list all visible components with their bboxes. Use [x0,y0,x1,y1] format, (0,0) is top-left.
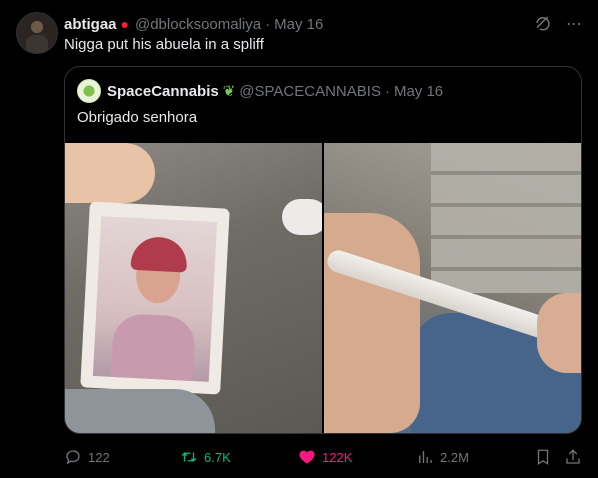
quoted-author-name[interactable]: SpaceCannabis [107,83,219,100]
reply-icon [66,450,80,465]
author-handle[interactable]: @dblocksoomaliya [135,16,261,33]
share-icon [566,449,580,464]
separator-dot: · [265,15,271,33]
body-shape [110,312,197,382]
apple-emoji-icon: ● [120,16,129,32]
views-icon [419,451,432,463]
shoe-shape [282,199,322,235]
photo-of-woman-image[interactable] [65,143,322,433]
hand-shape [324,213,420,433]
repost-button[interactable]: 6.7K [180,448,231,466]
author-avatar[interactable] [16,12,58,54]
leaf-icon: ❦ [222,83,236,100]
action-bar: 122 6.7K 122K 2.2M [64,448,582,468]
post-date[interactable]: May 16 [274,16,323,33]
author-name[interactable]: abtigaa [64,16,117,33]
separator-dot: · [384,82,390,100]
views-button[interactable]: 2.2M [416,448,469,466]
quoted-avatar[interactable] [77,79,101,103]
repost-count: 6.7K [204,449,231,465]
heart-icon [299,450,315,464]
bookmark-icon [537,449,549,466]
photo-inner [92,216,218,382]
thumb-shape [537,293,581,373]
grok-icon[interactable] [534,14,552,37]
bookmark-button[interactable] [534,448,552,466]
reply-button[interactable]: 122 [64,448,110,466]
post-header: abtigaa ● @dblocksoomaliya · May 16 ⋯ [64,14,582,34]
photo-card [80,201,230,395]
quoted-text: Obrigado senhora [77,109,198,126]
sleeve-shape [65,389,215,433]
finger-shape [65,143,155,203]
post-text: Nigga put his abuela in a spliff [64,36,264,53]
quoted-author-handle[interactable]: @SPACECANNABIS [239,83,381,100]
rolled-joint-image[interactable] [324,143,581,433]
reply-count: 122 [88,449,110,465]
stairs-shape [431,143,581,293]
header-actions: ⋯ [534,14,582,37]
like-count: 122K [322,449,353,465]
quoted-date[interactable]: May 16 [394,83,443,100]
like-button[interactable]: 122K [298,448,352,466]
hair-shape [130,235,189,273]
quoted-header: SpaceCannabis ❦ @SPACECANNABIS · May 16 [77,79,443,103]
views-count: 2.2M [440,449,469,465]
repost-icon [181,451,197,463]
share-button[interactable] [564,448,582,466]
quoted-post[interactable]: SpaceCannabis ❦ @SPACECANNABIS · May 16 … [64,66,582,434]
more-icon[interactable]: ⋯ [566,14,582,37]
media-grid [65,143,581,433]
